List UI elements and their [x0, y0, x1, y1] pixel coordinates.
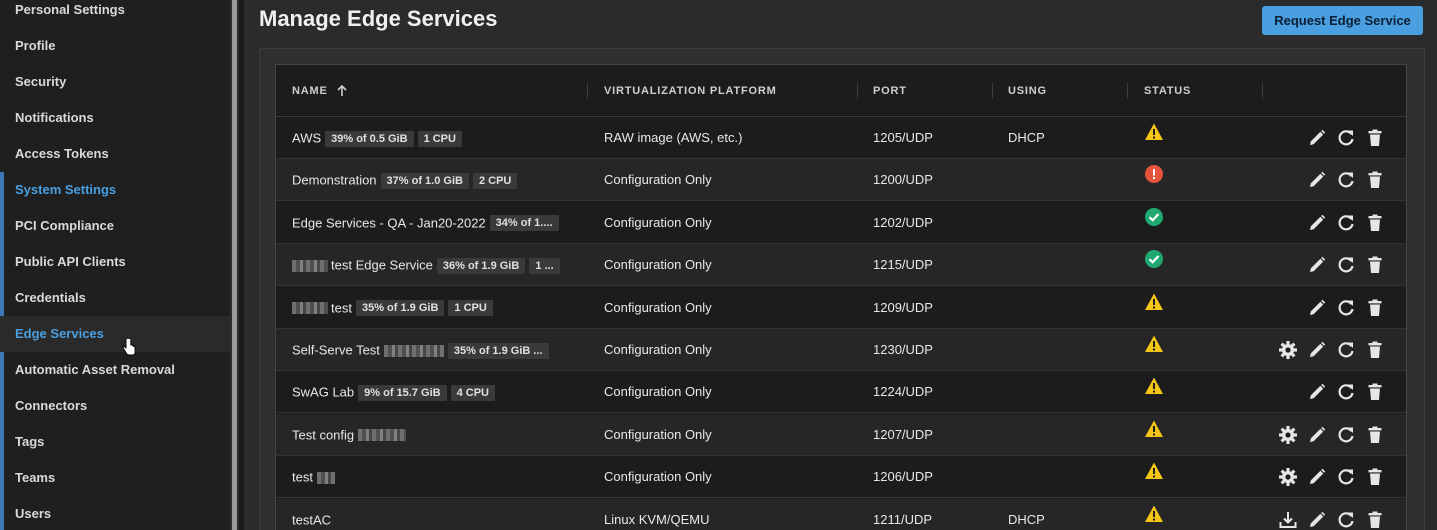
column-divider [1262, 83, 1263, 99]
trash-icon[interactable] [1365, 510, 1385, 530]
trash-icon[interactable] [1365, 467, 1385, 487]
column-divider [992, 83, 993, 99]
restart-icon[interactable] [1336, 467, 1356, 487]
sidebar-item-notifications[interactable]: Notifications [0, 100, 230, 136]
restart-icon[interactable] [1336, 340, 1356, 360]
sidebar-item-pci-compliance[interactable]: PCI Compliance [0, 208, 230, 244]
pencil-icon[interactable] [1307, 425, 1327, 445]
pencil-icon[interactable] [1307, 213, 1327, 233]
table-row: test 35% of 1.9 GiB 1 CPU Configuration Onl… [276, 287, 1406, 329]
restart-icon[interactable] [1336, 382, 1356, 402]
arrow-up-icon [337, 84, 348, 97]
request-edge-service-button[interactable]: Request Edge Service [1262, 6, 1423, 35]
trash-icon[interactable] [1365, 213, 1385, 233]
table-row: testAC Linux KVM/QEMU 1211/UDP DHCP [276, 498, 1406, 530]
column-header-port[interactable]: PORT [873, 65, 907, 117]
column-divider [587, 83, 588, 99]
table-row: Self-Serve Test 35% of 1.9 GiB ... Configu… [276, 329, 1406, 371]
gear-icon[interactable] [1278, 425, 1298, 445]
pencil-icon[interactable] [1307, 510, 1327, 530]
sidebar-item-connectors[interactable]: Connectors [0, 388, 230, 424]
column-header-name-label: NAME [292, 85, 328, 97]
row-actions [276, 287, 1406, 329]
sidebar-item-edge-services[interactable]: Edge Services [0, 316, 230, 352]
sidebar-item-profile[interactable]: Profile [0, 28, 230, 64]
column-header-status[interactable]: STATUS [1144, 65, 1191, 117]
column-header-name[interactable]: NAME [292, 65, 348, 117]
row-actions [276, 414, 1406, 456]
settings-sidebar: Personal Settings Profile Security Notifica… [0, 0, 244, 530]
row-actions [276, 456, 1406, 498]
sidebar-item-teams[interactable]: Teams [0, 460, 230, 496]
pencil-icon[interactable] [1307, 255, 1327, 275]
gear-icon[interactable] [1278, 340, 1298, 360]
row-actions [276, 244, 1406, 286]
download-icon[interactable] [1278, 510, 1298, 530]
table-row: Edge Services - QA - Jan20-2022 34% of 1.… [276, 202, 1406, 244]
restart-icon[interactable] [1336, 170, 1356, 190]
restart-icon[interactable] [1336, 213, 1356, 233]
table-row: Demonstration 37% of 1.0 GiB 2 CPU Configur… [276, 159, 1406, 202]
restart-icon[interactable] [1336, 298, 1356, 318]
gear-icon[interactable] [1278, 467, 1298, 487]
sidebar-item-automatic-asset-removal[interactable]: Automatic Asset Removal [0, 352, 230, 388]
edge-services-table: NAME VIRTUALIZATION PLATFORM PORT USING … [275, 64, 1407, 530]
trash-icon[interactable] [1365, 298, 1385, 318]
restart-icon[interactable] [1336, 255, 1356, 275]
sidebar-item-personal-settings[interactable]: Personal Settings [0, 0, 230, 28]
trash-icon[interactable] [1365, 170, 1385, 190]
restart-icon[interactable] [1336, 510, 1356, 530]
hand-cursor-icon [122, 338, 136, 356]
table-row: AWS 39% of 0.5 GiB 1 CPU RAW image (AWS, et… [276, 117, 1406, 159]
row-actions [276, 371, 1406, 413]
sidebar-item-system-settings[interactable]: System Settings [0, 172, 230, 208]
trash-icon[interactable] [1365, 340, 1385, 360]
pencil-icon[interactable] [1307, 467, 1327, 487]
column-header-using[interactable]: USING [1008, 65, 1047, 117]
column-divider [857, 83, 858, 99]
table-header: NAME VIRTUALIZATION PLATFORM PORT USING … [276, 65, 1406, 117]
sidebar-item-users[interactable]: Users [0, 496, 230, 530]
sidebar-item-credentials[interactable]: Credentials [0, 280, 230, 316]
column-divider [1127, 83, 1128, 99]
column-header-platform[interactable]: VIRTUALIZATION PLATFORM [604, 65, 777, 117]
row-actions [276, 329, 1406, 371]
sidebar-item-public-api-clients[interactable]: Public API Clients [0, 244, 230, 280]
table-row: test Configuration Only 1206/UDP [276, 456, 1406, 499]
trash-icon[interactable] [1365, 255, 1385, 275]
pencil-icon[interactable] [1307, 340, 1327, 360]
pencil-icon[interactable] [1307, 382, 1327, 402]
row-actions [276, 202, 1406, 244]
page-title: Manage Edge Services [259, 6, 498, 31]
row-actions [276, 499, 1406, 530]
pencil-icon[interactable] [1307, 298, 1327, 318]
row-actions [276, 117, 1406, 159]
sidebar-scrollbar[interactable] [230, 0, 244, 530]
sidebar-item-security[interactable]: Security [0, 64, 230, 100]
trash-icon[interactable] [1365, 128, 1385, 148]
pencil-icon[interactable] [1307, 170, 1327, 190]
sidebar-item-tags[interactable]: Tags [0, 424, 230, 460]
trash-icon[interactable] [1365, 382, 1385, 402]
table-row: Test config Configuration Only 1207/UDP [276, 413, 1406, 456]
restart-icon[interactable] [1336, 128, 1356, 148]
trash-icon[interactable] [1365, 425, 1385, 445]
sidebar-item-access-tokens[interactable]: Access Tokens [0, 136, 230, 172]
row-actions [276, 159, 1406, 201]
restart-icon[interactable] [1336, 425, 1356, 445]
table-row: test Edge Service 36% of 1.9 GiB 1 ... Conf… [276, 244, 1406, 287]
pencil-icon[interactable] [1307, 128, 1327, 148]
table-row: SwAG Lab 9% of 15.7 GiB 4 CPU Configuration… [276, 371, 1406, 414]
